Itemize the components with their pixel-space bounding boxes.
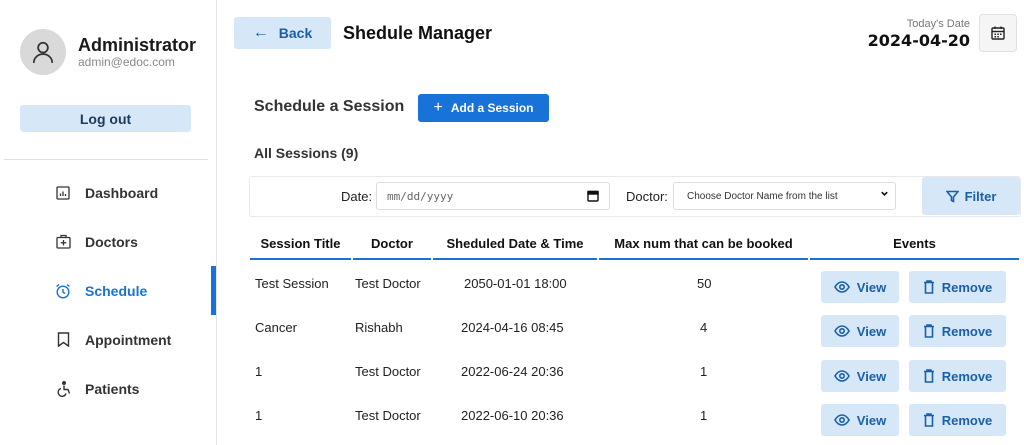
remove-button[interactable]: Remove <box>909 404 1006 436</box>
datetime-cell: 2022-06-10 20:36 <box>461 408 564 423</box>
user-icon <box>20 29 66 75</box>
filter-label: Filter <box>964 188 997 204</box>
trash-icon <box>923 324 934 338</box>
doctor-cell: Test Doctor <box>355 276 421 291</box>
col-header-events: Events <box>810 228 1019 260</box>
date-filter-input[interactable]: mm/dd/yyyy <box>376 182 610 210</box>
remove-button[interactable]: Remove <box>909 315 1006 347</box>
remove-button[interactable]: Remove <box>909 271 1006 303</box>
session-title-cell: 1 <box>255 408 263 423</box>
sidebar-item-label: Doctors <box>85 233 138 250</box>
sidebar-item-appointment[interactable]: Appointment <box>0 315 217 364</box>
doctor-bag-icon <box>55 234 71 250</box>
profile-name: Administrator <box>78 35 197 55</box>
sidebar-item-doctors[interactable]: Doctors <box>0 217 217 266</box>
view-button[interactable]: View <box>821 315 899 347</box>
col-header-session-title: Session Title <box>250 228 351 260</box>
sidebar-item-patients[interactable]: Patients <box>0 364 217 413</box>
session-title-cell: Cancer <box>255 320 297 335</box>
page-title: Shedule Manager <box>343 23 493 43</box>
max-booked-cell: 1 <box>700 364 708 379</box>
sidebar-item-label: Schedule <box>85 282 148 299</box>
plus-icon: + <box>433 99 443 116</box>
doctor-filter-label: Doctor: <box>626 189 668 204</box>
view-label: View <box>856 323 887 339</box>
back-label: Back <box>278 25 313 41</box>
date-value: 2024-04-20 <box>867 31 970 50</box>
eye-icon <box>833 414 850 426</box>
eye-icon <box>833 281 850 293</box>
sidebar-item-label: Appointment <box>85 331 172 348</box>
view-label: View <box>856 279 887 295</box>
sidebar-item-label: Dashboard <box>85 184 159 201</box>
doctor-cell: Test Doctor <box>355 408 421 423</box>
profile: Administrator admin@edoc.com <box>20 29 196 75</box>
col-header-doctor: Doctor <box>353 228 431 260</box>
date-placeholder: mm/dd/yyyy <box>387 189 454 203</box>
view-button[interactable]: View <box>821 404 899 436</box>
max-booked-cell: 50 <box>697 276 712 291</box>
col-header-max: Max num that can be booked <box>599 228 808 260</box>
session-title-cell: Test Session <box>255 276 329 291</box>
remove-label: Remove <box>941 368 993 384</box>
sidebar: Administrator admin@edoc.com Log out Das… <box>0 0 217 445</box>
max-booked-cell: 1 <box>700 408 708 423</box>
dashboard-icon <box>55 185 71 201</box>
session-title-cell: 1 <box>255 364 263 379</box>
add-session-label: Add a Session <box>450 101 534 115</box>
date-filter-label: Date: <box>341 189 373 204</box>
col-header-datetime: Sheduled Date & Time <box>433 228 597 260</box>
date-label: Today's Date <box>906 18 970 30</box>
sidebar-item-label: Patients <box>85 380 140 397</box>
eye-icon <box>833 325 850 337</box>
doctor-cell: Rishabh <box>355 320 403 335</box>
view-label: View <box>856 412 887 428</box>
trash-icon <box>923 369 934 383</box>
trash-icon <box>923 413 934 427</box>
eye-icon <box>833 370 850 382</box>
view-button[interactable]: View <box>821 271 899 303</box>
sidebar-item-schedule[interactable]: Schedule <box>0 266 217 315</box>
filter-button[interactable]: Filter <box>922 177 1020 215</box>
doctor-cell: Test Doctor <box>355 364 421 379</box>
datetime-cell: 2024-04-16 08:45 <box>461 320 564 335</box>
funnel-icon <box>945 190 959 203</box>
alarm-clock-icon <box>55 283 71 299</box>
doctor-select[interactable]: Choose Doctor Name from the list <box>673 182 896 210</box>
section-title: Schedule a Session <box>254 98 405 115</box>
remove-label: Remove <box>941 323 993 339</box>
calendar-icon[interactable] <box>979 14 1017 52</box>
view-label: View <box>856 368 887 384</box>
view-button[interactable]: View <box>821 360 899 392</box>
sidebar-divider <box>4 159 208 160</box>
remove-label: Remove <box>941 279 993 295</box>
doctor-select-value: Choose Doctor Name from the list <box>687 190 838 202</box>
chevron-down-icon <box>880 189 889 201</box>
calendar-icon[interactable] <box>587 190 599 205</box>
max-booked-cell: 4 <box>700 320 708 335</box>
logout-button[interactable]: Log out <box>20 105 191 132</box>
add-session-button[interactable]: + Add a Session <box>418 94 549 122</box>
arrow-left-icon: ← <box>252 24 269 41</box>
datetime-cell: 2050-01-01 18:00 <box>464 276 567 291</box>
all-sessions-count: All Sessions (9) <box>254 145 359 161</box>
remove-button[interactable]: Remove <box>909 360 1006 392</box>
sidebar-item-dashboard[interactable]: Dashboard <box>0 168 217 217</box>
trash-icon <box>923 280 934 294</box>
back-button[interactable]: ← Back <box>234 17 331 49</box>
accessibility-icon <box>55 380 71 397</box>
bookmark-icon <box>55 332 71 348</box>
datetime-cell: 2022-06-24 20:36 <box>461 364 564 379</box>
profile-email: admin@edoc.com <box>78 55 175 69</box>
remove-label: Remove <box>941 412 993 428</box>
